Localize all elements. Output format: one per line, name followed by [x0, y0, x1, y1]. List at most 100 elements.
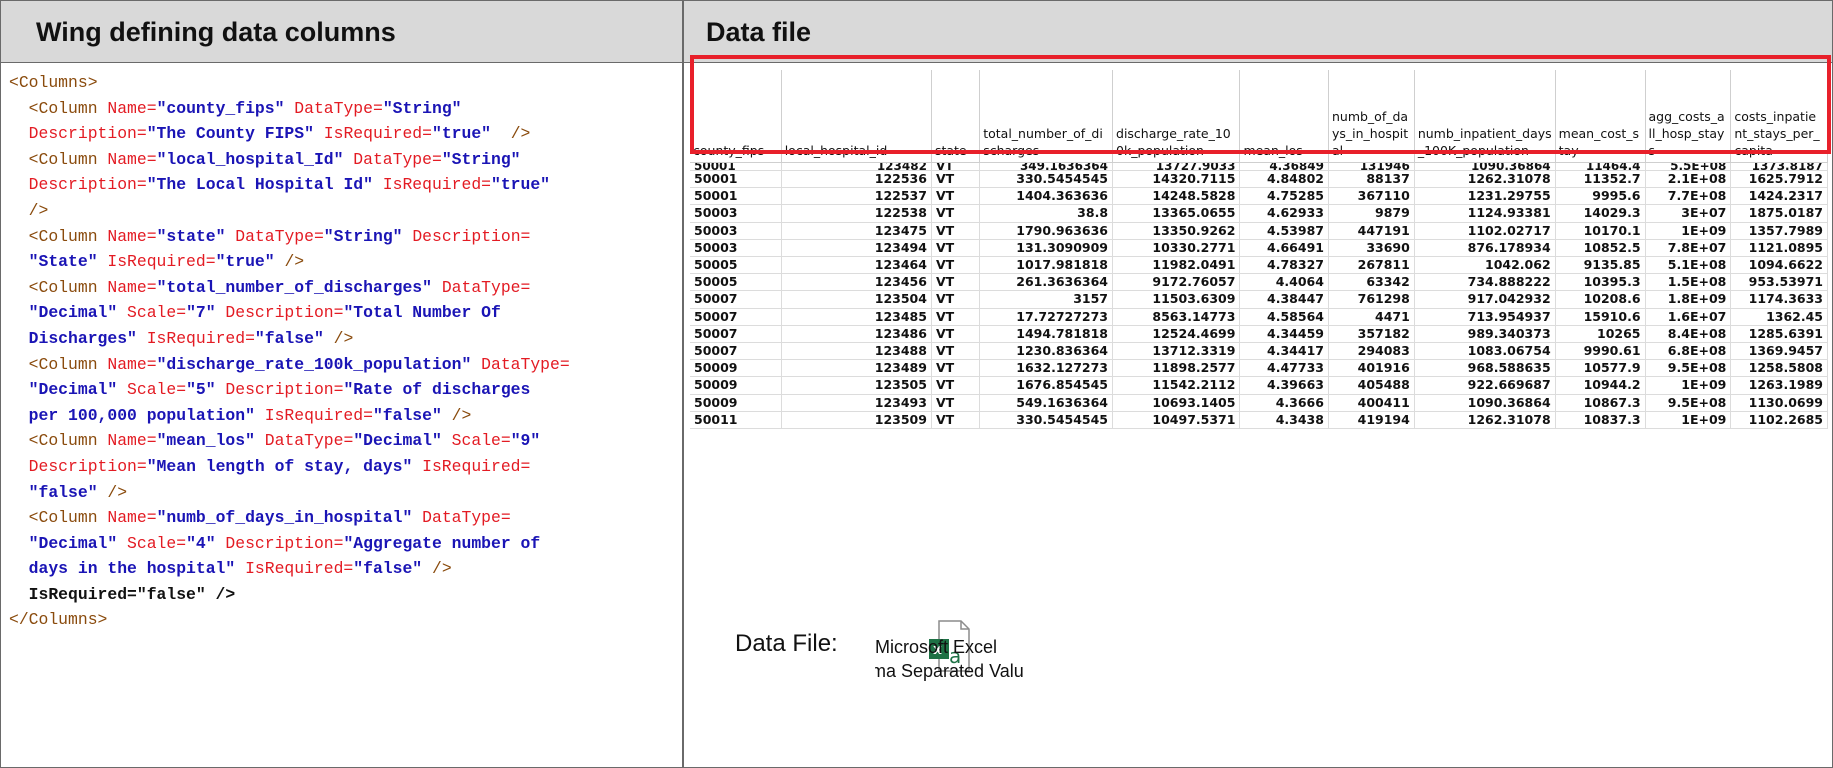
table-cell[interactable]: VT — [931, 290, 981, 309]
table-cell[interactable]: 4.39663 — [1239, 376, 1329, 395]
table-cell[interactable]: 15910.6 — [1555, 308, 1646, 326]
table-cell[interactable]: 122536 — [781, 170, 932, 189]
table-cell[interactable]: 761298 — [1328, 290, 1415, 309]
table-cell[interactable]: 8563.14773 — [1112, 308, 1241, 326]
table-cell[interactable]: 10170.1 — [1555, 222, 1646, 240]
table-cell[interactable]: 17.72727273 — [979, 308, 1114, 326]
table-cell[interactable]: 122538 — [781, 204, 932, 223]
table-cell[interactable]: 330.5454545 — [979, 170, 1114, 189]
table-cell[interactable]: 13350.9262 — [1112, 222, 1241, 240]
table-cell[interactable]: 1102.2685 — [1730, 411, 1828, 430]
table-cell[interactable]: 447191 — [1328, 222, 1415, 240]
table-cell[interactable]: 1017.981818 — [979, 256, 1114, 275]
table-cell[interactable]: 13712.3319 — [1112, 342, 1241, 361]
table-cell[interactable]: 1262.31078 — [1414, 170, 1556, 189]
table-cell[interactable]: 1632.127273 — [979, 359, 1114, 378]
table-cell[interactable]: VT — [931, 273, 981, 292]
table-cell[interactable]: VT — [931, 325, 981, 344]
table-cell[interactable]: 10867.3 — [1555, 394, 1646, 412]
table-cell[interactable]: 1263.1989 — [1730, 376, 1828, 395]
table-cell[interactable]: 11542.2112 — [1112, 376, 1241, 395]
table-cell[interactable]: 1230.836364 — [979, 342, 1114, 361]
table-cell[interactable]: 357182 — [1328, 325, 1415, 344]
table-cell[interactable]: 4.34459 — [1239, 325, 1329, 344]
table-cell[interactable]: 1083.06754 — [1414, 342, 1556, 361]
table-cell[interactable]: 4.58564 — [1239, 308, 1329, 326]
table-cell[interactable]: 9172.76057 — [1112, 273, 1241, 292]
table-cell[interactable]: 1424.2317 — [1730, 187, 1828, 206]
table-cell[interactable]: 1362.45 — [1730, 308, 1828, 326]
table-cell[interactable]: 4.53987 — [1239, 222, 1329, 240]
table-cell[interactable]: 1090.36864 — [1414, 162, 1556, 171]
table-cell[interactable]: 123494 — [781, 239, 932, 258]
table-cell[interactable]: 1124.93381 — [1414, 204, 1556, 223]
column-header[interactable]: state — [931, 70, 981, 163]
table-cell[interactable]: 50009 — [690, 376, 782, 395]
table-cell[interactable]: 401916 — [1328, 359, 1415, 378]
column-header[interactable]: mean_cost_stay — [1555, 70, 1646, 163]
column-header[interactable]: costs_inpatient_stays_per_capita — [1730, 70, 1828, 163]
table-cell[interactable]: 50011 — [690, 411, 782, 430]
table-cell[interactable]: 4.34417 — [1239, 342, 1329, 361]
table-cell[interactable]: 9135.85 — [1555, 256, 1646, 275]
table-cell[interactable]: 1090.36864 — [1414, 394, 1556, 412]
table-cell[interactable]: 7.8E+07 — [1645, 239, 1732, 258]
table-cell[interactable]: 1875.0187 — [1730, 204, 1828, 223]
table-cell[interactable]: 9.5E+08 — [1645, 359, 1732, 378]
table-cell[interactable]: 4.3438 — [1239, 411, 1329, 430]
table-cell[interactable]: 917.042932 — [1414, 290, 1556, 309]
table-cell[interactable]: 1231.29755 — [1414, 187, 1556, 206]
table-cell[interactable]: 123486 — [781, 325, 932, 344]
table-cell[interactable]: 1130.0699 — [1730, 394, 1828, 412]
table-cell[interactable]: 1373.8187 — [1730, 162, 1828, 171]
table-cell[interactable]: 1102.02717 — [1414, 222, 1556, 240]
table-cell[interactable]: VT — [931, 359, 981, 378]
table-cell[interactable]: 1404.363636 — [979, 187, 1114, 206]
table-cell[interactable]: VT — [931, 394, 981, 412]
table-cell[interactable]: 1121.0895 — [1730, 239, 1828, 258]
table-cell[interactable]: VT — [931, 239, 981, 258]
table-cell[interactable]: 1790.963636 — [979, 222, 1114, 240]
table-cell[interactable]: VT — [931, 170, 981, 189]
table-cell[interactable]: 50007 — [690, 308, 782, 326]
table-cell[interactable]: 4.84802 — [1239, 170, 1329, 189]
table-cell[interactable]: 123505 — [781, 376, 932, 395]
table-cell[interactable]: 38.8 — [979, 204, 1114, 223]
table-cell[interactable]: VT — [931, 187, 981, 206]
column-header[interactable]: mean_los — [1239, 70, 1329, 163]
table-cell[interactable]: 10837.3 — [1555, 411, 1646, 430]
table-cell[interactable]: 123482 — [781, 162, 932, 171]
table-cell[interactable]: 1.8E+09 — [1645, 290, 1732, 309]
table-cell[interactable]: 1262.31078 — [1414, 411, 1556, 430]
table-cell[interactable]: 330.5454545 — [979, 411, 1114, 430]
table-cell[interactable]: 10577.9 — [1555, 359, 1646, 378]
table-cell[interactable]: 1258.5808 — [1730, 359, 1828, 378]
table-cell[interactable]: 10497.5371 — [1112, 411, 1241, 430]
table-cell[interactable]: 1285.6391 — [1730, 325, 1828, 344]
table-cell[interactable]: 4.4064 — [1239, 273, 1329, 292]
table-cell[interactable]: 7.7E+08 — [1645, 187, 1732, 206]
table-cell[interactable]: 11464.4 — [1555, 162, 1646, 171]
table-cell[interactable]: 1625.7912 — [1730, 170, 1828, 189]
table-cell[interactable]: VT — [931, 411, 981, 430]
table-cell[interactable]: 123509 — [781, 411, 932, 430]
table-cell[interactable]: 261.3636364 — [979, 273, 1114, 292]
table-cell[interactable]: 1494.781818 — [979, 325, 1114, 344]
column-header[interactable]: numb_of_days_in_hospital — [1328, 70, 1415, 163]
table-cell[interactable]: 349.1636364 — [979, 162, 1114, 171]
table-cell[interactable]: 1E+09 — [1645, 376, 1732, 395]
table-cell[interactable]: 50009 — [690, 359, 782, 378]
table-cell[interactable]: 9.5E+08 — [1645, 394, 1732, 412]
table-cell[interactable]: 14248.5828 — [1112, 187, 1241, 206]
table-cell[interactable]: 4471 — [1328, 308, 1415, 326]
table-cell[interactable]: 11898.2577 — [1112, 359, 1241, 378]
table-cell[interactable]: 922.669687 — [1414, 376, 1556, 395]
table-cell[interactable]: 4.47733 — [1239, 359, 1329, 378]
table-cell[interactable]: 4.36849 — [1239, 162, 1329, 171]
table-cell[interactable]: 549.1636364 — [979, 394, 1114, 412]
table-cell[interactable]: 405488 — [1328, 376, 1415, 395]
table-cell[interactable]: 1E+09 — [1645, 411, 1732, 430]
table-cell[interactable]: 13727.9033 — [1112, 162, 1241, 171]
table-cell[interactable]: 50009 — [690, 394, 782, 412]
table-cell[interactable]: 400411 — [1328, 394, 1415, 412]
